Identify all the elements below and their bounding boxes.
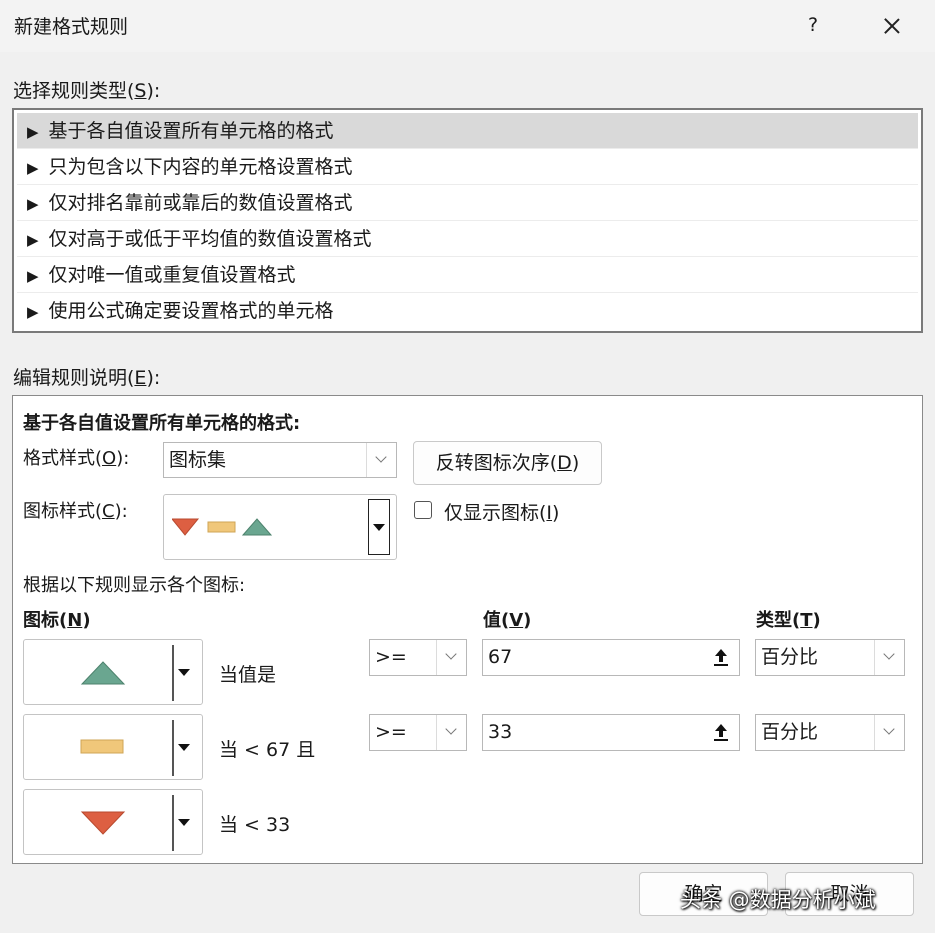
caret-down-icon xyxy=(373,524,385,531)
operator-select-row2[interactable]: >= xyxy=(369,714,467,751)
type-select-row1[interactable]: 百分比 xyxy=(755,639,905,676)
icon-style-label: 图标样式(C): xyxy=(23,501,128,522)
caret-down-icon xyxy=(178,669,190,676)
icon-select-row2[interactable] xyxy=(23,714,203,780)
dialog-title: 新建格式规则 xyxy=(14,16,129,38)
chevron-down-icon xyxy=(436,640,466,675)
rule-type-list[interactable]: ▶ 基于各自值设置所有单元格的格式 ▶ 只为包含以下内容的单元格设置格式 ▶ 仅对排名… xyxy=(12,108,923,333)
rule-heading: 基于各自值设置所有单元格的格式: xyxy=(23,413,301,434)
format-style-select[interactable]: 图标集 xyxy=(163,442,397,478)
green-up-triangle-icon xyxy=(80,661,126,685)
rule-type-item[interactable]: ▶ 仅对排名靠前或靠后的数值设置格式 xyxy=(17,185,918,221)
triangle-right-icon: ▶ xyxy=(27,159,39,177)
icon-select-row3[interactable] xyxy=(23,789,203,855)
yellow-bar-icon xyxy=(80,739,124,754)
chevron-down-icon xyxy=(436,715,466,750)
chevron-down-icon xyxy=(874,715,904,750)
edit-rule-label: 编辑规则说明(E): xyxy=(13,367,161,389)
title-bar: 新建格式规则 ? xyxy=(0,0,935,52)
condition-row3: 当 < 33 xyxy=(219,814,291,836)
red-down-triangle-icon xyxy=(80,811,126,835)
triangle-right-icon: ▶ xyxy=(27,303,39,321)
caret-down-icon xyxy=(178,744,190,751)
rule-type-item[interactable]: ▶ 使用公式确定要设置格式的单元格 xyxy=(17,293,918,329)
icon-style-dropdown-button[interactable] xyxy=(368,499,390,555)
close-icon[interactable] xyxy=(876,10,908,42)
condition-row1: 当值是 xyxy=(219,664,277,686)
upload-arrow-icon[interactable] xyxy=(706,643,736,673)
rules-caption: 根据以下规则显示各个图标: xyxy=(23,575,246,596)
show-icon-only-checkbox[interactable] xyxy=(414,501,432,519)
icon-select-row1[interactable] xyxy=(23,639,203,705)
reverse-icon-order-button[interactable]: 反转图标次序(D) xyxy=(413,441,602,485)
icon-column-header: 图标(N) xyxy=(23,610,91,631)
value-input-row2[interactable]: 33 xyxy=(482,714,740,751)
triangle-right-icon: ▶ xyxy=(27,123,39,141)
condition-row2: 当 < 67 且 xyxy=(219,739,316,761)
three-triangles-icon xyxy=(172,518,273,536)
triangle-right-icon: ▶ xyxy=(27,267,39,285)
upload-arrow-icon[interactable] xyxy=(706,718,736,748)
watermark-text: 头条 @数据分析小斌 xyxy=(680,888,876,912)
chevron-down-icon xyxy=(874,640,904,675)
value-column-header: 值(V) xyxy=(483,610,532,631)
chevron-down-icon xyxy=(366,443,396,477)
rule-type-item[interactable]: ▶ 只为包含以下内容的单元格设置格式 xyxy=(17,149,918,185)
rule-type-label: 选择规则类型(S): xyxy=(13,80,161,102)
type-column-header: 类型(T) xyxy=(756,610,821,631)
rule-type-item[interactable]: ▶ 仅对唯一值或重复值设置格式 xyxy=(17,257,918,293)
rule-type-item[interactable]: ▶ 仅对高于或低于平均值的数值设置格式 xyxy=(17,221,918,257)
edit-rule-panel: 基于各自值设置所有单元格的格式: 格式样式(O): 图标集 反转图标次序(D) … xyxy=(12,395,923,864)
help-button[interactable]: ? xyxy=(800,10,826,40)
operator-select-row1[interactable]: >= xyxy=(369,639,467,676)
show-icon-only-label: 仅显示图标(I) xyxy=(444,502,560,524)
triangle-right-icon: ▶ xyxy=(27,195,39,213)
value-input-row1[interactable]: 67 xyxy=(482,639,740,676)
icon-style-select[interactable] xyxy=(163,494,397,560)
caret-down-icon xyxy=(178,819,190,826)
type-select-row2[interactable]: 百分比 xyxy=(755,714,905,751)
format-style-label: 格式样式(O): xyxy=(23,448,130,469)
rule-type-item[interactable]: ▶ 基于各自值设置所有单元格的格式 xyxy=(17,113,918,149)
triangle-right-icon: ▶ xyxy=(27,231,39,249)
